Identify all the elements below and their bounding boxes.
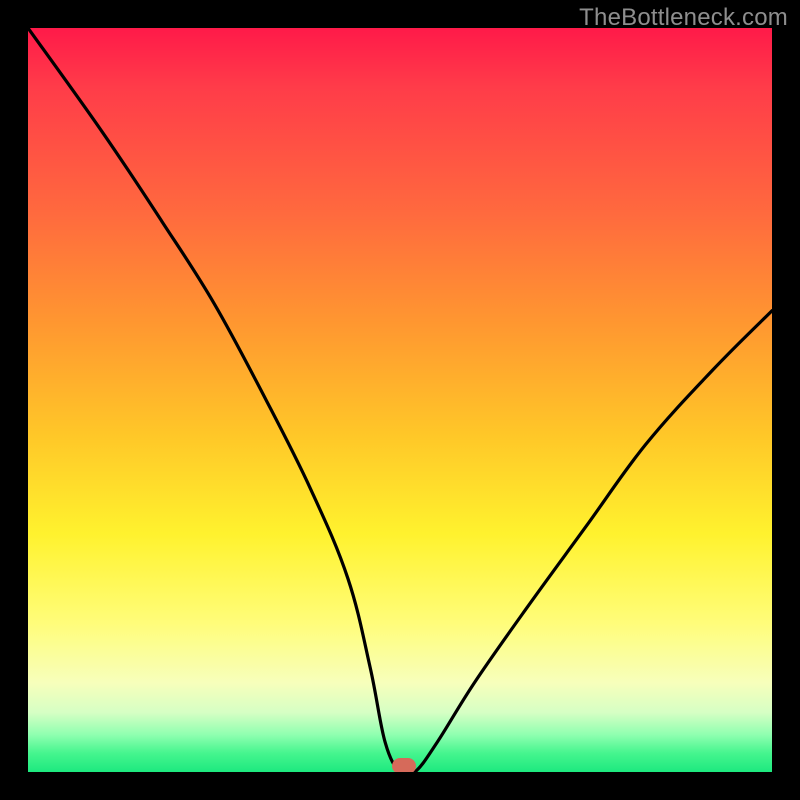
curve-path [28, 28, 772, 772]
optimum-marker [392, 758, 416, 772]
watermark-text: TheBottleneck.com [579, 4, 788, 32]
bottleneck-curve [28, 28, 772, 772]
plot-area [28, 28, 772, 772]
chart-container: TheBottleneck.com [0, 0, 800, 800]
